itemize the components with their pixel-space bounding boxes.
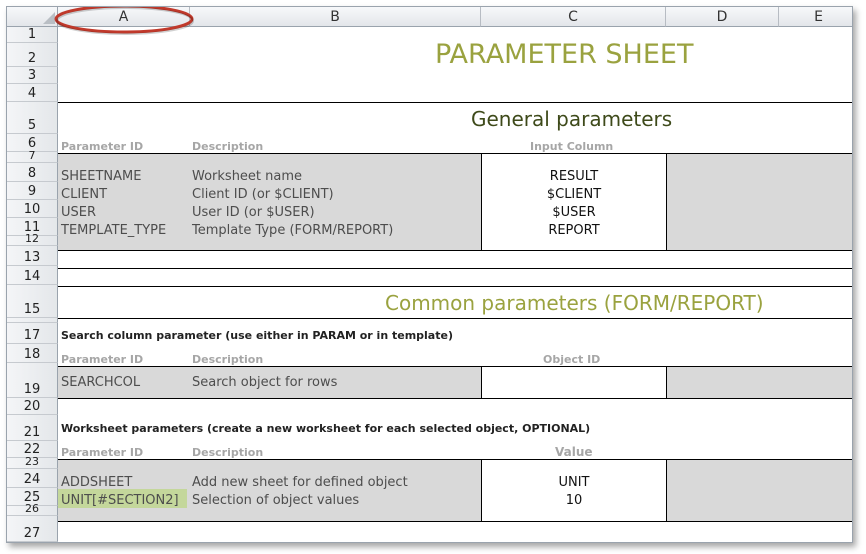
border-line [666,153,667,251]
row-header-26[interactable]: 26 [7,503,58,516]
row-header-21[interactable]: 21 [7,415,58,441]
input-value-cell[interactable]: $CLIENT [482,186,666,204]
value-cell[interactable]: 10 [482,492,666,510]
search-section-title: Search column parameter (use either in P… [61,329,453,342]
border-line [58,318,852,319]
general-label-input-column: Input Column [530,140,614,153]
row-header-19[interactable]: 19 [7,363,58,398]
border-line [58,268,852,269]
search-label-object-id: Object ID [543,353,601,366]
description-cell[interactable]: Search object for rows [192,375,337,391]
row-header-23[interactable]: 23 [7,456,58,469]
row-header-2[interactable]: 2 [7,43,58,67]
description-cell[interactable]: Client ID (or $CLIENT) [192,187,334,203]
border-line [58,250,852,251]
row-header-9[interactable]: 9 [7,182,58,200]
row-header-12[interactable]: 12 [7,233,58,246]
row-header-4[interactable]: 4 [7,84,58,102]
row-header-13[interactable]: 13 [7,246,58,266]
row-header-7[interactable]: 7 [7,150,58,163]
input-value-cell[interactable]: $USER [482,204,666,222]
search-params-fill-right [666,366,852,398]
row-header-15[interactable]: 15 [7,285,58,318]
spreadsheet: A B C D E 1 2 3 4 5 6 7 8 9 10 11 12 13 … [6,6,853,543]
row-header-5[interactable]: 5 [7,102,58,134]
object-id-input-cell[interactable] [482,374,666,394]
row-header-3[interactable]: 3 [7,67,58,84]
row-header-8[interactable]: 8 [7,163,58,182]
input-value-cell[interactable]: RESULT [482,168,666,186]
highlight-ellipse-annotation [54,7,194,35]
row-header-20[interactable]: 20 [7,398,58,415]
row-header-1[interactable]: 1 [7,27,58,43]
input-value-cell[interactable]: REPORT [482,222,666,240]
border-line [58,102,852,103]
border-line [58,521,852,522]
border-line [58,459,852,460]
general-params-fill-right [666,153,852,250]
description-cell[interactable]: Worksheet name [192,169,302,185]
worksheet-label-value: Value [555,445,593,459]
row-header-17[interactable]: 17 [7,323,58,344]
column-header-c[interactable]: C [481,7,666,27]
border-line [58,398,852,399]
description-cell[interactable]: Add new sheet for defined object [192,475,408,491]
worksheet-params-fill-right [666,459,852,521]
column-header-d[interactable]: D [666,7,779,27]
param-id-cell[interactable]: SEARCHCOL [61,375,140,391]
border-line [58,286,852,287]
param-id-cell[interactable]: USER [61,205,96,221]
description-cell[interactable]: User ID (or $USER) [192,205,315,221]
param-id-cell[interactable]: SHEETNAME [61,169,141,185]
search-label-param-id: Parameter ID [61,353,144,366]
column-header-b[interactable]: B [190,7,481,27]
row-header-18[interactable]: 18 [7,344,58,363]
row-header-27[interactable]: 27 [7,516,58,542]
description-cell[interactable]: Selection of object values [192,493,359,509]
border-line [58,153,852,154]
common-parameters-heading: Common parameters (FORM/REPORT) [385,291,764,315]
row-header-10[interactable]: 10 [7,200,58,218]
highlighted-param-id-cell[interactable]: UNIT[#SECTION2] [61,493,179,509]
page-title: PARAMETER SHEET [435,39,694,70]
description-cell[interactable]: Template Type (FORM/REPORT) [192,223,393,239]
search-label-description: Description [192,353,264,366]
row-header-14[interactable]: 14 [7,266,58,285]
worksheet-section-title: Worksheet parameters (create a new works… [61,422,591,435]
param-id-cell[interactable]: TEMPLATE_TYPE [61,223,166,239]
param-id-cell[interactable]: ADDSHEET [61,475,132,491]
row-header-24[interactable]: 24 [7,469,58,488]
general-label-description: Description [192,140,264,153]
value-cell[interactable]: UNIT [482,474,666,492]
worksheet-label-param-id: Parameter ID [61,446,144,459]
border-line [666,366,667,399]
column-header-e[interactable]: E [779,7,852,27]
general-parameters-heading: General parameters [471,107,673,131]
general-label-param-id: Parameter ID [61,140,144,153]
worksheet-label-description: Description [192,446,264,459]
border-line [666,459,667,522]
border-line [58,366,852,367]
param-id-cell[interactable]: CLIENT [61,187,107,203]
